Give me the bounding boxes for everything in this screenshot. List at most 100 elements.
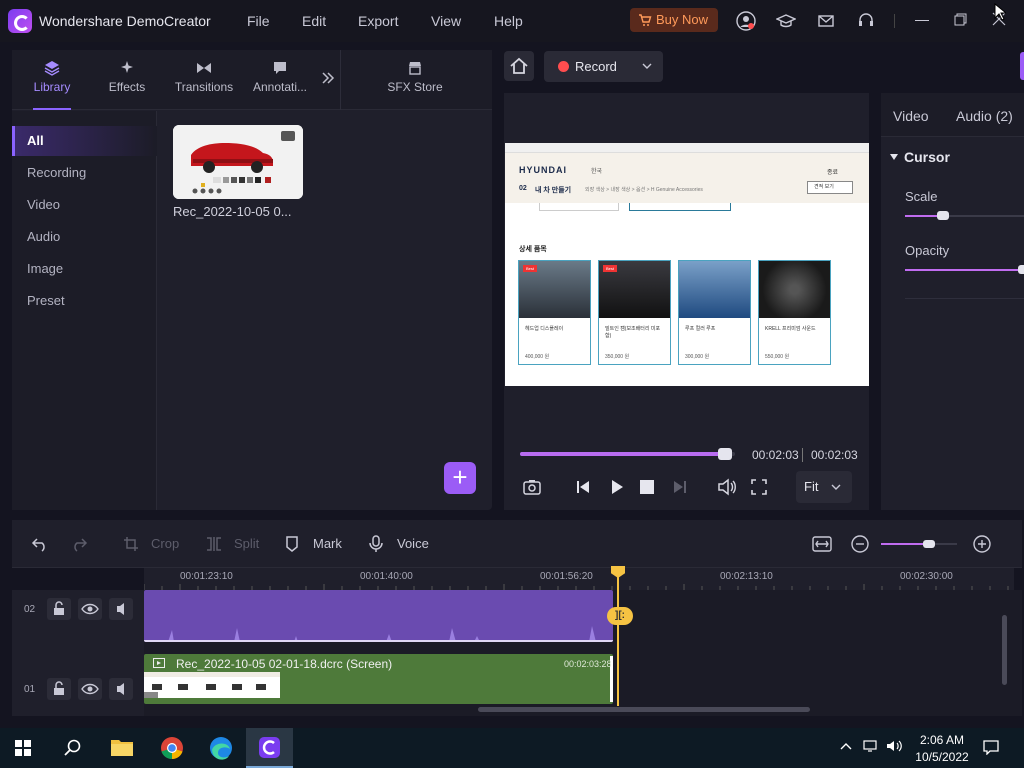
mark-button[interactable]: Mark (313, 536, 342, 551)
chrome-button[interactable] (149, 728, 195, 768)
product-name: 헤드업 디스플레이 (525, 326, 564, 332)
tab-video[interactable]: Video (893, 108, 929, 124)
next-frame-icon[interactable] (670, 479, 688, 495)
crop-button[interactable]: Crop (151, 536, 179, 551)
add-media-button[interactable]: + (444, 462, 476, 494)
preview-canvas[interactable]: HYUNDAI 한국 종료 02 내 차 만들기 외장 색상 > 내장 색상 >… (505, 143, 869, 386)
undo-icon[interactable] (31, 536, 49, 552)
more-tabs-icon[interactable] (320, 70, 336, 86)
zoom-out-icon[interactable] (851, 535, 869, 553)
track-lock-button[interactable] (47, 678, 71, 700)
tab-transitions[interactable]: Transitions (170, 50, 238, 110)
search-button[interactable] (49, 728, 95, 768)
home-icon (510, 57, 528, 74)
split-marker[interactable]: ][: (607, 607, 633, 625)
app-logo (8, 9, 32, 33)
media-thumbnail[interactable] (173, 125, 303, 199)
play-icon[interactable] (609, 479, 625, 495)
notifications-icon[interactable] (982, 739, 1000, 755)
snapshot-icon[interactable] (522, 478, 542, 496)
track-lock-button[interactable] (47, 598, 71, 620)
volume-tray-icon[interactable] (886, 739, 902, 753)
cursor-section-title[interactable]: Cursor (904, 149, 950, 165)
sidebar-item-preset[interactable]: Preset (12, 286, 157, 316)
sidebar-item-recording[interactable]: Recording (12, 158, 157, 188)
support-icon[interactable] (856, 11, 876, 31)
fullscreen-icon[interactable] (751, 479, 767, 495)
timeline-zoom-handle[interactable] (923, 540, 935, 548)
menu-help[interactable]: Help (494, 13, 523, 29)
chrome-icon (161, 737, 183, 760)
crumb-title: 내 차 만들기 (535, 187, 572, 194)
crop-icon[interactable] (123, 536, 139, 552)
clock-date: 10/5/2022 (915, 750, 969, 764)
menu-export[interactable]: Export (358, 13, 398, 29)
zoom-in-icon[interactable] (973, 535, 991, 553)
menu-edit[interactable]: Edit (302, 13, 326, 29)
audio-clip[interactable] (144, 590, 613, 642)
volume-icon[interactable] (717, 478, 737, 496)
start-button[interactable] (0, 728, 46, 768)
split-button[interactable]: Split (234, 536, 259, 551)
voice-button[interactable]: Voice (397, 536, 429, 551)
properties-panel (881, 93, 1024, 510)
product-price: 400,000 원 (525, 354, 550, 360)
sidebar-item-all[interactable]: All (12, 126, 157, 156)
sidebar-item-video[interactable]: Video (12, 190, 157, 220)
windows-icon (15, 740, 31, 756)
minimize-icon[interactable] (915, 20, 929, 21)
menu-file[interactable]: File (247, 13, 270, 29)
academy-icon[interactable] (776, 11, 796, 31)
chevron-down-icon[interactable] (641, 61, 653, 71)
mark-icon[interactable] (285, 536, 299, 552)
current-time: 00:02:03 (752, 448, 799, 462)
edge-button[interactable] (198, 728, 244, 768)
tab-library[interactable]: Library (20, 50, 84, 110)
split-icon[interactable] (205, 536, 223, 552)
microphone-icon[interactable] (369, 535, 383, 553)
redo-icon[interactable] (70, 536, 88, 552)
tab-audio[interactable]: Audio (2) (956, 108, 1013, 124)
track-visibility-button[interactable] (78, 598, 102, 620)
folder-icon (111, 740, 133, 756)
sidebar-item-image[interactable]: Image (12, 254, 157, 284)
tab-sfx-store[interactable]: SFX Store (370, 50, 460, 110)
restore-icon[interactable] (954, 13, 967, 26)
timeline-vertical-scrollbar[interactable] (1002, 615, 1007, 685)
network-icon[interactable] (862, 739, 880, 753)
time-separator (802, 448, 803, 462)
timeline-horizontal-scrollbar[interactable] (478, 707, 810, 712)
export-button-edge[interactable] (1020, 52, 1024, 80)
playhead-line[interactable] (617, 570, 619, 706)
tab-effects[interactable]: Effects (95, 50, 159, 110)
track-mute-button[interactable] (109, 678, 133, 700)
opacity-slider-handle[interactable] (1018, 265, 1024, 274)
store-icon (409, 62, 421, 75)
track-mute-button[interactable] (109, 598, 133, 620)
caret-down-icon[interactable] (889, 152, 899, 162)
tray-expand-icon[interactable] (839, 740, 853, 752)
site-section-title: 상세 품목 (519, 246, 547, 253)
menu-view[interactable]: View (431, 13, 461, 29)
crumb-number: 02 (519, 185, 527, 192)
scale-slider-handle[interactable] (937, 211, 949, 220)
zoom-fit-dropdown[interactable]: Fit (796, 471, 852, 503)
ruler-tick-label: 00:01:40:00 (360, 571, 413, 582)
stop-icon[interactable] (640, 480, 654, 494)
unlock-icon (54, 601, 64, 615)
buy-now-button[interactable]: Buy Now (630, 8, 718, 32)
home-button[interactable] (504, 51, 534, 81)
account-icon[interactable] (736, 11, 756, 31)
file-explorer-button[interactable] (99, 728, 145, 768)
track-visibility-button[interactable] (78, 678, 102, 700)
comment-icon (274, 62, 286, 74)
sidebar-item-audio[interactable]: Audio (12, 222, 157, 252)
scale-slider-fill (905, 215, 941, 217)
tab-annotations[interactable]: Annotati... (247, 50, 313, 110)
fit-timeline-icon[interactable] (812, 535, 832, 553)
mail-icon[interactable] (816, 11, 836, 31)
democreator-taskbar-button[interactable] (246, 728, 293, 768)
playback-progress-handle[interactable] (718, 448, 732, 460)
previous-frame-icon[interactable] (575, 479, 593, 495)
taskbar-clock[interactable]: 2:06 AM 10/5/2022 (912, 732, 972, 766)
